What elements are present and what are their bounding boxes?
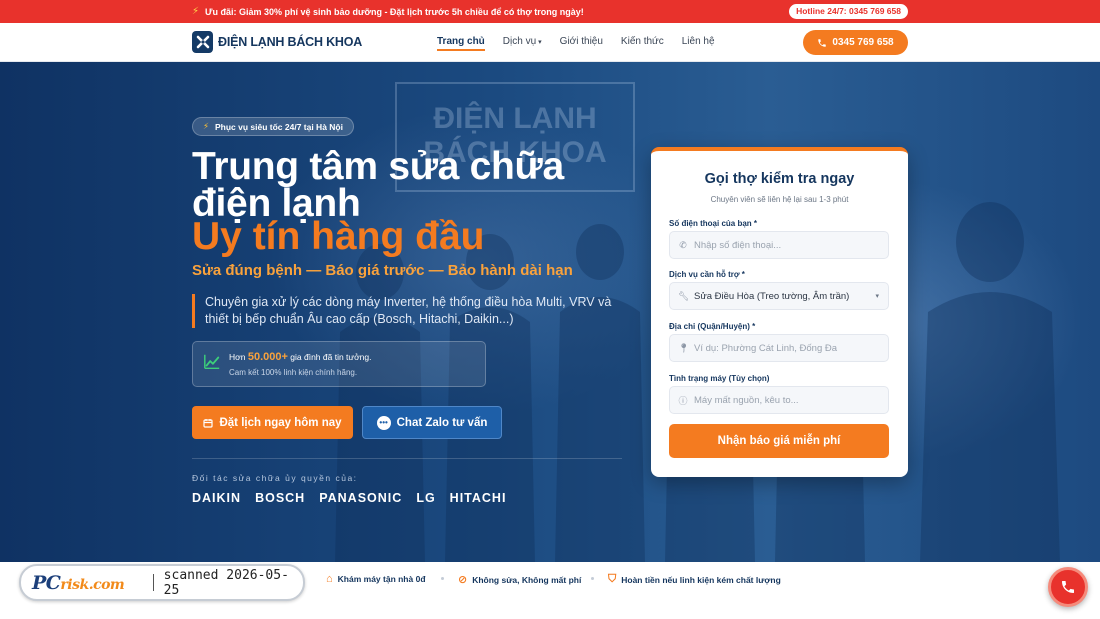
- partner-panasonic: PANASONIC: [319, 491, 403, 505]
- logo-text: ĐIỆN LẠNH BÁCH KHOA: [218, 35, 363, 49]
- feature-refund: ⛉ Hoàn tiền nếu linh kiện kém chất lượng: [608, 573, 781, 586]
- trending-up-icon: [204, 354, 220, 370]
- callback-form: Gọi thợ kiểm tra ngay Chuyên viên sẽ liê…: [651, 147, 908, 477]
- nav-item-contact[interactable]: Liên hệ: [682, 23, 715, 62]
- lightning-icon: ⚡: [203, 121, 209, 131]
- hero-section: ĐIỆN LẠNH BÁCH KHOA ⚡ Phục vụ siêu tốc 2…: [0, 62, 1100, 562]
- submit-button[interactable]: Nhận báo giá miễn phí: [669, 424, 889, 458]
- trust-line-1: Hơn 50.000+ gia đình đã tin tưởng.: [229, 351, 372, 363]
- calendar-icon: [203, 418, 214, 428]
- trust-number: 50.000+: [247, 351, 288, 363]
- nav-item-about[interactable]: Giới thiệu: [560, 23, 603, 62]
- phone-label: Số điện thoại của bạn *: [669, 219, 758, 228]
- nav-menu: Trang chủ Dịch vụ ▾ Giới thiệu Kiến thức …: [437, 23, 715, 62]
- form-subtitle: Chuyên viên sẽ liên hệ lại sau 1-3 phút: [710, 195, 849, 204]
- phone-icon: ✆: [679, 239, 687, 250]
- feature-no-fix-no-fee-text: Không sửa, Không mất phí: [472, 574, 582, 585]
- map-pin-icon: 📍︎: [678, 342, 690, 353]
- partner-daikin: DAIKIN: [192, 491, 242, 505]
- partner-bosch: BOSCH: [255, 491, 306, 505]
- feature-free-check-text: Khám máy tận nhà 0đ: [337, 574, 426, 584]
- zalo-chat-button[interactable]: ••• Chat Zalo tư vấn: [362, 406, 502, 439]
- nav-item-knowledge[interactable]: Kiến thức: [621, 23, 664, 62]
- phone-input[interactable]: ✆ Nhập số điện thoại...: [669, 231, 889, 259]
- hero-title-accent: Uy tín hàng đầu: [192, 215, 485, 258]
- pcrisk-logo-pc: PC: [32, 571, 61, 594]
- promo-bar: ⚡ Ưu đãi: Giảm 30% phí vệ sinh bảo dưỡng…: [0, 0, 1100, 23]
- chevron-down-icon: ▾: [538, 39, 542, 46]
- scan-date: scanned 2026-05-25: [163, 567, 289, 598]
- watermark-separator: [152, 574, 154, 591]
- chat-icon: •••: [376, 415, 391, 430]
- promo-text: Ưu đãi: Giảm 30% phí vệ sinh bảo dưỡng -…: [205, 6, 584, 17]
- partners-list: DAIKIN BOSCH PANASONIC LG HITACHI: [192, 491, 506, 505]
- partner-lg: LG: [416, 491, 436, 505]
- hero-title: Trung tâm sửa chữa điện lạnh: [192, 145, 564, 225]
- book-now-button[interactable]: Đặt lịch ngay hôm nay: [192, 406, 353, 439]
- address-placeholder: Ví dụ: Phường Cát Linh, Đống Đa: [694, 342, 838, 354]
- address-input[interactable]: 📍︎ Ví dụ: Phường Cát Linh, Đống Đa: [669, 334, 889, 362]
- pcrisk-logo: PCrisk.com: [32, 572, 149, 594]
- hero-subtitle: Sửa đúng bệnh — Báo giá trước — Bảo hành…: [192, 262, 573, 279]
- feature-no-fix-no-fee: ⊘ Không sửa, Không mất phí: [458, 573, 581, 586]
- nav-item-home[interactable]: Trang chủ: [437, 23, 485, 62]
- logo-icon: [192, 31, 213, 53]
- trust-box: Hơn 50.000+ gia đình đã tin tưởng. Cam k…: [192, 341, 486, 387]
- status-placeholder: Máy mất nguồn, kêu to...: [694, 394, 799, 406]
- nav-phone-label: 0345 769 658: [832, 37, 894, 48]
- phone-icon: [1062, 581, 1074, 593]
- shield-icon: ⛉: [608, 573, 617, 585]
- pcrisk-watermark: PCrisk.com scanned 2026-05-25: [19, 564, 305, 601]
- phone-icon: [818, 38, 827, 47]
- divider: [192, 458, 622, 459]
- service-value: Sửa Điều Hòa (Treo tường, Âm trần): [694, 290, 850, 302]
- nav-item-services-label: Dịch vụ: [502, 36, 537, 47]
- service-select[interactable]: 🔧︎ Sửa Điều Hòa (Treo tường, Âm trần) ▾: [669, 282, 889, 310]
- main-nav: ĐIỆN LẠNH BÁCH KHOA Trang chủ Dịch vụ ▾ G…: [0, 23, 1100, 62]
- logo[interactable]: ĐIỆN LẠNH BÁCH KHOA: [192, 31, 362, 53]
- info-icon: ⓘ: [678, 395, 688, 406]
- chevron-down-icon: ▾: [875, 293, 879, 300]
- trust-line-2: Cam kết 100% linh kiện chính hãng.: [229, 368, 358, 377]
- feature-refund-text: Hoàn tiền nếu linh kiện kém chất lượng: [621, 574, 781, 585]
- partners-label: Đối tác sửa chữa ủy quyền của:: [192, 473, 358, 483]
- status-label: Tình trạng máy (Tùy chọn): [669, 374, 770, 383]
- home-icon: ⌂: [326, 573, 333, 585]
- lightning-icon: ⚡: [192, 6, 200, 17]
- ban-icon: ⊘: [458, 574, 468, 586]
- trust-suffix: gia đình đã tin tưởng.: [290, 352, 372, 362]
- partner-hitachi: HITACHI: [449, 491, 507, 505]
- separator-dot: [591, 577, 594, 580]
- hero-description: Chuyên gia xử lý các dòng máy Inverter, …: [192, 294, 612, 328]
- phone-placeholder: Nhập số điện thoại...: [694, 239, 782, 251]
- service-badge: ⚡ Phục vụ siêu tốc 24/7 tại Hà Nội: [192, 117, 354, 136]
- promo-text-group: ⚡ Ưu đãi: Giảm 30% phí vệ sinh bảo dưỡng…: [192, 6, 584, 17]
- trust-prefix: Hơn: [229, 352, 246, 362]
- hotline-badge[interactable]: Hotline 24/7: 0345 769 658: [789, 4, 908, 19]
- feature-free-check: ⌂ Khám máy tận nhà 0đ: [326, 573, 426, 585]
- address-label: Địa chỉ (Quận/Huyện) *: [669, 322, 756, 331]
- pcrisk-logo-risk: risk.com: [60, 576, 125, 593]
- separator-dot: [441, 577, 444, 580]
- book-now-label: Đặt lịch ngay hôm nay: [219, 416, 342, 429]
- floating-call-button[interactable]: [1048, 567, 1088, 607]
- service-label: Dịch vụ cần hỗ trợ *: [669, 270, 745, 279]
- service-badge-text: Phục vụ siêu tốc 24/7 tại Hà Nội: [214, 121, 343, 132]
- wrench-icon: 🔧︎: [678, 290, 690, 301]
- status-input[interactable]: ⓘ Máy mất nguồn, kêu to...: [669, 386, 889, 414]
- form-title: Gọi thợ kiểm tra ngay: [704, 171, 855, 187]
- nav-phone-button[interactable]: 0345 769 658: [803, 30, 908, 55]
- zalo-chat-label: Chat Zalo tư vấn: [396, 416, 488, 429]
- nav-item-services[interactable]: Dịch vụ ▾: [503, 23, 542, 62]
